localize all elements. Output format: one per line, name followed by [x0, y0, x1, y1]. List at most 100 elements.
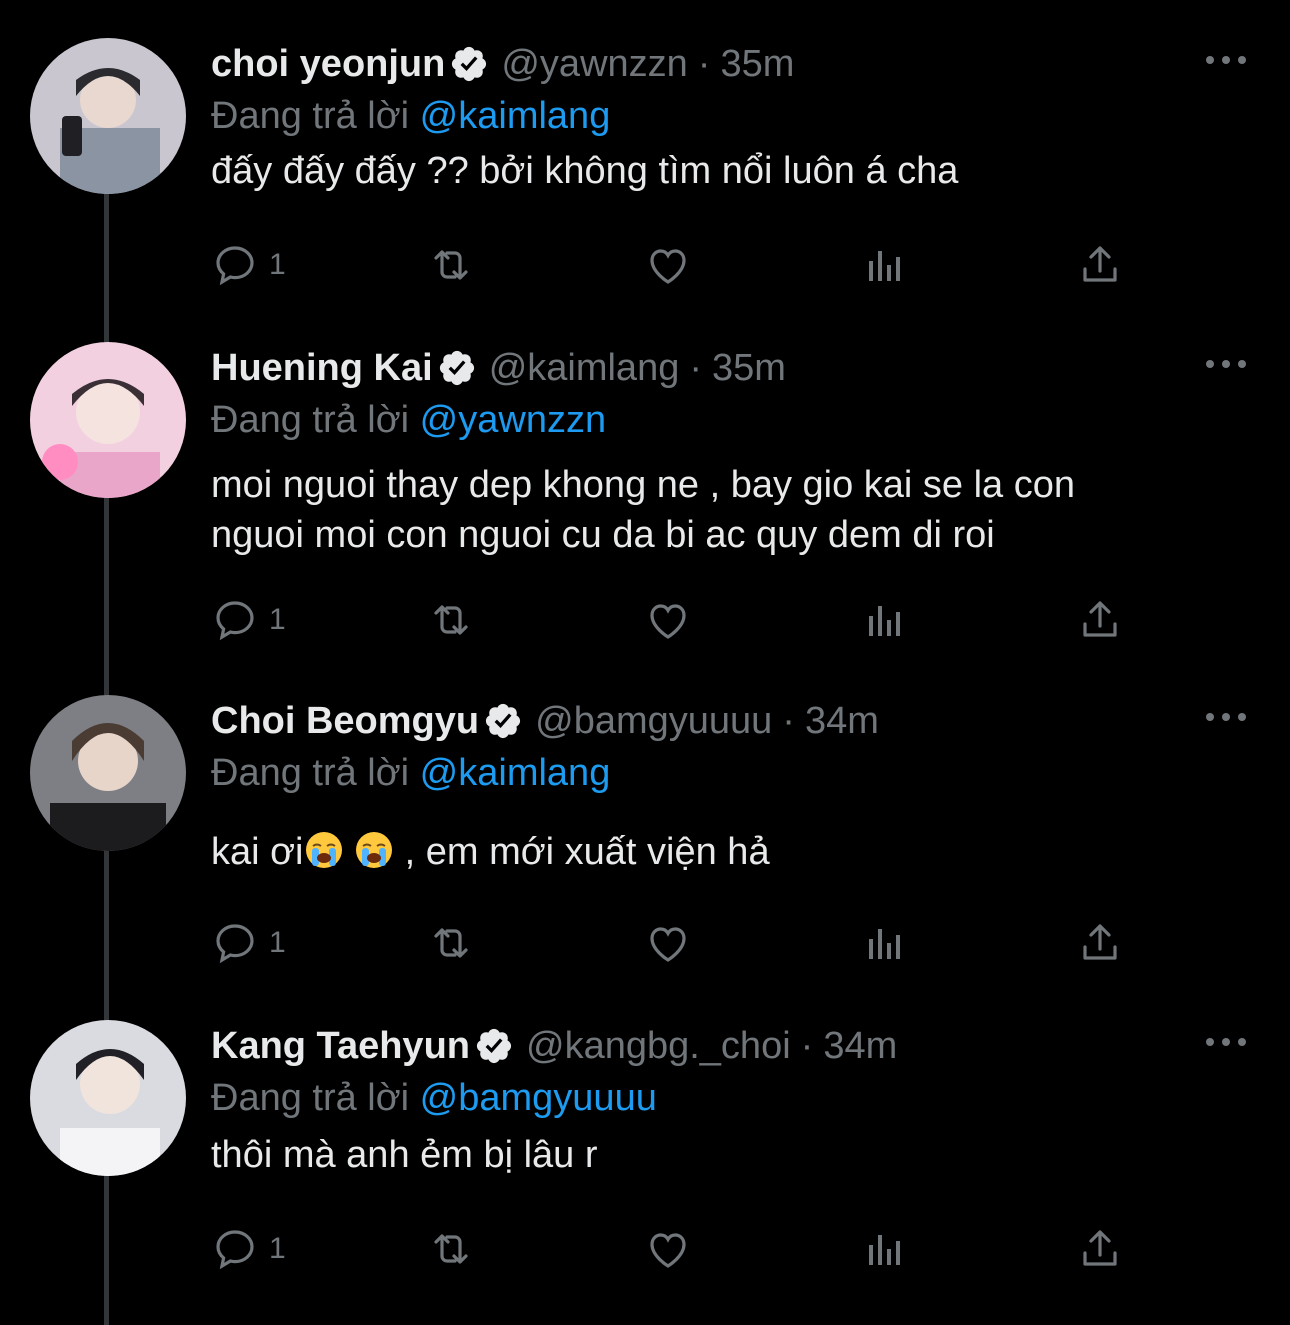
timestamp[interactable]: 34m: [823, 1025, 897, 1068]
action-bar: 1: [211, 240, 1151, 290]
views-chart-icon: [861, 241, 909, 289]
retweet-button[interactable]: [427, 1224, 475, 1274]
tweet-text: moi nguoi thay dep khong ne , bay gio ka…: [211, 460, 1250, 560]
views-button[interactable]: [861, 918, 909, 968]
retweet-icon: [427, 241, 475, 289]
author-name[interactable]: Huening Kai: [211, 347, 433, 390]
replying-mention[interactable]: @yawnzzn: [420, 399, 606, 441]
replying-prefix: Đang trả lời: [211, 752, 410, 794]
timestamp[interactable]: 35m: [712, 347, 786, 390]
tweet-text: thôi mà anh ẻm bị lâu r: [211, 1130, 1250, 1180]
replying-mention[interactable]: @bamgyuuuu: [420, 1077, 657, 1119]
more-options-icon[interactable]: [1202, 48, 1250, 72]
share-button[interactable]: [1076, 1224, 1124, 1274]
timestamp[interactable]: 35m: [720, 43, 794, 86]
loudly-crying-face-icon: [304, 830, 344, 870]
timestamp[interactable]: 34m: [805, 700, 879, 743]
separator-dot: ·: [689, 346, 702, 389]
action-bar: 1: [211, 1224, 1151, 1274]
reply-button[interactable]: 1: [211, 240, 286, 290]
verified-badge-icon: [437, 348, 477, 388]
author-handle[interactable]: @kangbg._choi: [526, 1025, 791, 1068]
share-button[interactable]: [1076, 595, 1124, 645]
share-icon: [1076, 241, 1124, 289]
tweet-text: đấy đấy đấy ?? bởi không tìm nổi luôn á …: [211, 146, 1250, 196]
tweet-text-line: moi nguoi thay dep khong ne , bay gio ka…: [211, 464, 1076, 506]
reply-count: 1: [269, 248, 286, 281]
separator-dot: ·: [697, 42, 711, 85]
author-handle[interactable]: @kaimlang: [489, 347, 680, 390]
replying-prefix: Đang trả lời: [211, 95, 410, 137]
avatar[interactable]: [30, 342, 186, 498]
heart-icon: [644, 241, 692, 289]
views-chart-icon: [861, 1225, 909, 1273]
separator-dot: ·: [800, 1024, 814, 1067]
share-button[interactable]: [1076, 918, 1124, 968]
verified-badge-icon: [449, 44, 489, 84]
reply-icon: [211, 1225, 259, 1273]
like-button[interactable]: [644, 595, 692, 645]
tweet-text-line: thôi mà anh ẻm bị lâu r: [211, 1134, 598, 1176]
share-button[interactable]: [1076, 240, 1124, 290]
avatar[interactable]: [30, 695, 186, 851]
replying-prefix: Đang trả lời: [211, 399, 410, 441]
more-options-icon[interactable]: [1202, 1030, 1250, 1054]
tweet-text-line: đấy đấy đấy ?? bởi không tìm nổi luôn á …: [211, 150, 959, 192]
action-bar: 1: [211, 918, 1151, 968]
replying-prefix: Đang trả lời: [211, 1077, 410, 1119]
tweet-text: kai ơi , em mới xuất viện hả: [211, 827, 1250, 877]
replying-to: Đang trả lời @kaimlang: [211, 747, 1250, 799]
avatar[interactable]: [30, 38, 186, 194]
replying-mention[interactable]: @kaimlang: [420, 752, 611, 794]
share-icon: [1076, 596, 1124, 644]
retweet-button[interactable]: [427, 918, 475, 968]
reply-button[interactable]: 1: [211, 595, 286, 645]
reply-count: 1: [269, 603, 286, 636]
views-button[interactable]: [861, 595, 909, 645]
like-button[interactable]: [644, 918, 692, 968]
reply-icon: [211, 241, 259, 289]
action-bar: 1: [211, 595, 1151, 645]
replying-to: Đang trả lời @bamgyuuuu: [211, 1072, 1250, 1124]
views-button[interactable]: [861, 1224, 909, 1274]
author-handle[interactable]: @yawnzzn: [501, 43, 687, 86]
reply-icon: [211, 596, 259, 644]
share-icon: [1076, 1225, 1124, 1273]
retweet-icon: [427, 919, 475, 967]
avatar[interactable]: [30, 1020, 186, 1176]
reply-count: 1: [269, 926, 286, 959]
tweet-text-line: nguoi moi con nguoi cu da bi ac quy dem …: [211, 514, 995, 556]
replying-mention[interactable]: @kaimlang: [420, 95, 611, 137]
reply-count: 1: [269, 1232, 286, 1265]
share-icon: [1076, 919, 1124, 967]
verified-badge-icon: [474, 1026, 514, 1066]
reply-button[interactable]: 1: [211, 918, 286, 968]
loudly-crying-face-icon: [354, 830, 394, 870]
retweet-button[interactable]: [427, 595, 475, 645]
like-button[interactable]: [644, 1224, 692, 1274]
heart-icon: [644, 1225, 692, 1273]
reply-icon: [211, 919, 259, 967]
separator-dot: ·: [782, 699, 795, 742]
tweet-text-part: , em mới xuất viện hả: [394, 831, 770, 873]
replying-to: Đang trả lời @yawnzzn: [211, 394, 1250, 446]
views-chart-icon: [861, 596, 909, 644]
reply-button[interactable]: 1: [211, 1224, 286, 1274]
author-name[interactable]: choi yeonjun: [211, 43, 445, 86]
views-button[interactable]: [861, 240, 909, 290]
author-name[interactable]: Choi Beomgyu: [211, 700, 479, 743]
author-name[interactable]: Kang Taehyun: [211, 1025, 470, 1068]
heart-icon: [644, 919, 692, 967]
replying-to: Đang trả lời @kaimlang: [211, 90, 1250, 142]
tweet-text-part: kai ơi: [211, 831, 304, 873]
retweet-icon: [427, 596, 475, 644]
more-options-icon[interactable]: [1202, 705, 1250, 729]
author-handle[interactable]: @bamgyuuuu: [535, 700, 772, 743]
retweet-icon: [427, 1225, 475, 1273]
more-options-icon[interactable]: [1202, 352, 1250, 376]
views-chart-icon: [861, 919, 909, 967]
verified-badge-icon: [483, 701, 523, 741]
retweet-button[interactable]: [427, 240, 475, 290]
heart-icon: [644, 596, 692, 644]
like-button[interactable]: [644, 240, 692, 290]
